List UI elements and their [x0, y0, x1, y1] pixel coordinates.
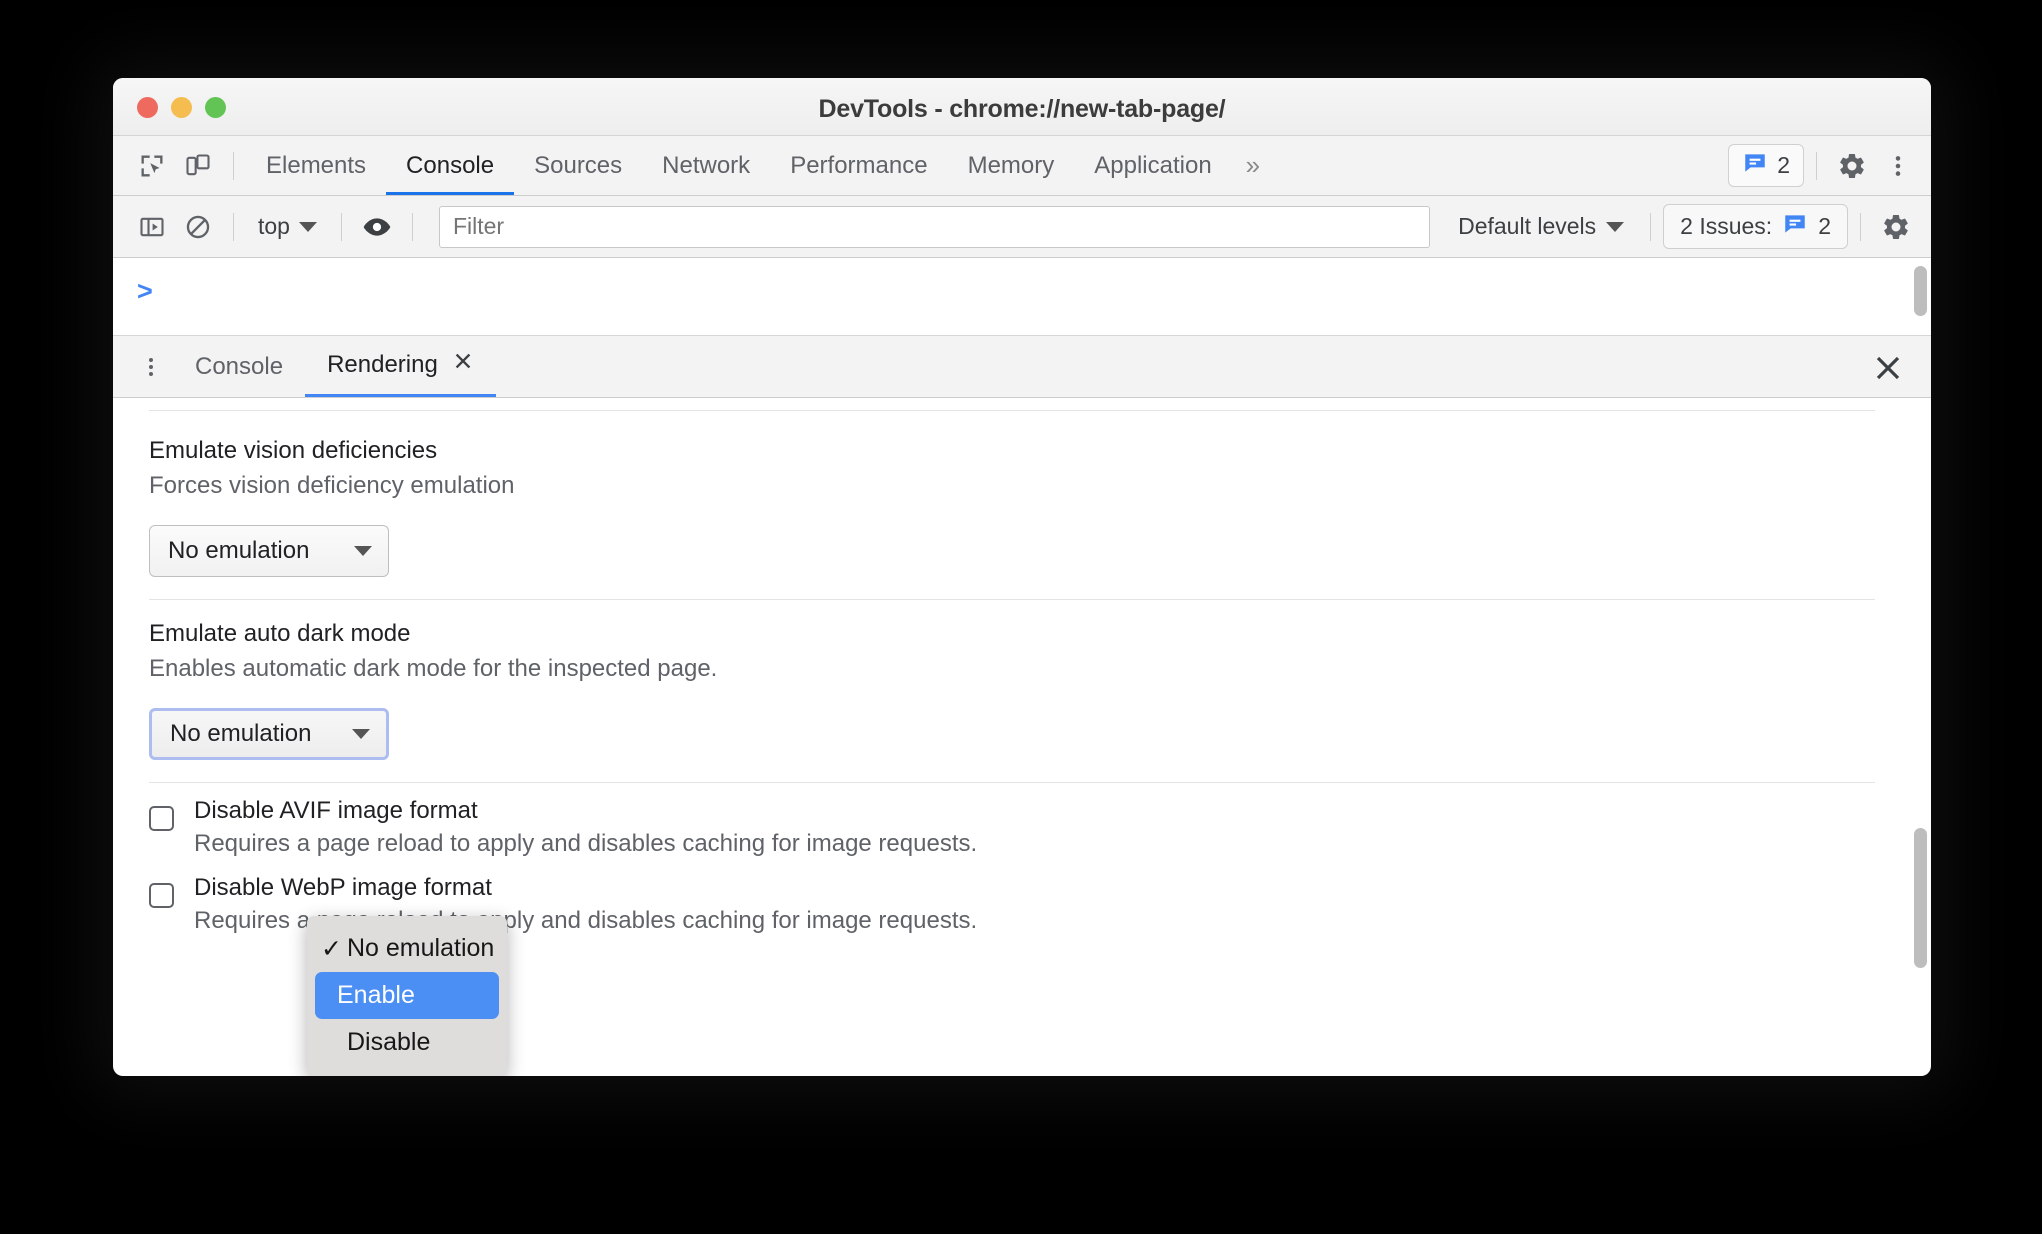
- rendering-panel: Emulate vision deficiencies Forces visio…: [113, 398, 1931, 1001]
- issues-badge-button[interactable]: 2: [1728, 144, 1804, 187]
- issue-message-icon: [1782, 211, 1808, 242]
- console-divider-2: [340, 212, 342, 241]
- setting-description: Requires a page reload to apply and disa…: [194, 830, 978, 857]
- main-tab-toolbar: Elements Console Sources Network Perform…: [113, 136, 1931, 196]
- console-issues-button[interactable]: 2 Issues: 2: [1663, 204, 1848, 249]
- drawer-tab-bar: Console Rendering: [113, 336, 1931, 398]
- drawer-more-icon[interactable]: [129, 345, 173, 389]
- setting-control: No emulation: [149, 708, 1875, 760]
- chevron-down-icon: [354, 546, 372, 556]
- menu-item-enable[interactable]: Enable: [315, 972, 499, 1019]
- chevron-down-icon: [352, 729, 370, 739]
- clear-console-icon[interactable]: [175, 205, 221, 249]
- drawer-tab-rendering[interactable]: Rendering: [305, 337, 496, 397]
- drawer-tab-console-label: Console: [195, 352, 284, 380]
- console-divider-3: [411, 212, 413, 241]
- vision-deficiency-select[interactable]: No emulation: [149, 525, 389, 577]
- tab-network[interactable]: Network: [642, 137, 770, 195]
- console-prompt-icon: >: [137, 276, 153, 306]
- console-issues-label: 2 Issues:: [1680, 213, 1773, 239]
- toolbar-divider-2: [1816, 151, 1817, 180]
- gear-icon[interactable]: [1829, 144, 1875, 188]
- console-scrollbar[interactable]: [1914, 266, 1927, 326]
- setting-title: Emulate vision deficiencies: [149, 437, 438, 464]
- console-toolbar: top Filter Default levels 2 Issues: 2: [113, 196, 1931, 258]
- tab-memory[interactable]: Memory: [948, 137, 1075, 195]
- vision-deficiency-select-value: No emulation: [168, 537, 310, 564]
- issue-message-icon: [1742, 150, 1768, 181]
- rendering-scrollbar-thumb[interactable]: [1914, 828, 1927, 968]
- log-levels-label: Default levels: [1458, 213, 1597, 239]
- tab-sources[interactable]: Sources: [514, 137, 642, 195]
- chevron-down-icon: [298, 221, 317, 232]
- chevron-down-icon: [1606, 221, 1625, 232]
- window-title: DevTools - chrome://new-tab-page/: [818, 95, 1226, 123]
- kebab-menu-icon[interactable]: [1875, 144, 1921, 188]
- devtools-window: DevTools - chrome://new-tab-page/ Elemen…: [113, 78, 1931, 1076]
- setting-emulate-vision-deficiencies: Emulate vision deficiencies Forces visio…: [149, 410, 1875, 600]
- live-expression-eye-icon[interactable]: [354, 205, 400, 249]
- console-divider-1: [233, 212, 234, 241]
- menu-item-label: Disable: [347, 1028, 431, 1056]
- setting-disable-avif: Disable AVIF image format Requires a pag…: [149, 783, 1875, 860]
- filter-input[interactable]: Filter: [438, 205, 1431, 248]
- setting-description: Enables automatic dark mode for the insp…: [149, 655, 718, 682]
- tab-performance[interactable]: Performance: [770, 137, 947, 195]
- setting-title: Emulate auto dark mode: [149, 620, 411, 647]
- check-icon: ✓: [321, 934, 342, 963]
- console-scrollbar-thumb[interactable]: [1914, 266, 1927, 316]
- console-divider-4: [1650, 212, 1652, 241]
- drawer-tab-console[interactable]: Console: [173, 337, 305, 397]
- menu-item-label: Enable: [337, 981, 415, 1009]
- filter-placeholder: Filter: [452, 213, 505, 239]
- issues-count: 2: [1777, 152, 1790, 178]
- console-settings-gear-icon[interactable]: [1873, 205, 1919, 249]
- drawer-tab-rendering-label: Rendering: [327, 351, 438, 378]
- setting-emulate-auto-dark-mode: Emulate auto dark mode Enables automatic…: [149, 600, 1875, 783]
- setting-control: No emulation: [149, 525, 1875, 577]
- auto-dark-mode-dropdown-menu[interactable]: ✓ No emulation Enable Disable: [307, 916, 507, 1076]
- setting-text: Disable AVIF image format Requires a pag…: [194, 797, 977, 858]
- execution-context-selector[interactable]: top: [246, 213, 329, 240]
- setting-description: Forces vision deficiency emulation: [149, 472, 515, 499]
- console-sidebar-icon[interactable]: [129, 205, 175, 249]
- auto-dark-mode-select-value: No emulation: [170, 720, 312, 747]
- setting-title: Disable WebP image format: [194, 874, 492, 901]
- console-output-area[interactable]: >: [113, 258, 1931, 336]
- menu-item-disable[interactable]: Disable: [307, 1019, 507, 1066]
- inspect-cursor-icon[interactable]: [129, 144, 175, 188]
- tab-elements[interactable]: Elements: [246, 137, 386, 195]
- console-issues-count: 2: [1818, 213, 1831, 239]
- menu-item-label: No emulation: [347, 934, 495, 962]
- device-toolbar-icon[interactable]: [175, 144, 221, 188]
- window-titlebar: DevTools - chrome://new-tab-page/: [113, 78, 1931, 136]
- rendering-scrollbar[interactable]: [1914, 398, 1927, 1001]
- menu-item-no-emulation[interactable]: ✓ No emulation: [307, 925, 507, 972]
- tab-console[interactable]: Console: [386, 137, 515, 195]
- disable-webp-checkbox[interactable]: [149, 883, 174, 908]
- console-divider-5: [1860, 212, 1861, 241]
- tab-application[interactable]: Application: [1074, 137, 1231, 195]
- disable-avif-checkbox[interactable]: [149, 806, 174, 831]
- auto-dark-mode-select[interactable]: No emulation: [149, 708, 389, 760]
- toolbar-divider: [233, 151, 234, 180]
- close-tab-icon[interactable]: [452, 335, 474, 395]
- close-drawer-icon[interactable]: [1871, 352, 1907, 384]
- execution-context-label: top: [258, 213, 290, 239]
- log-levels-selector[interactable]: Default levels: [1444, 213, 1638, 240]
- setting-title: Disable AVIF image format: [194, 797, 478, 824]
- more-tabs-chevron-icon[interactable]: »: [1232, 150, 1274, 181]
